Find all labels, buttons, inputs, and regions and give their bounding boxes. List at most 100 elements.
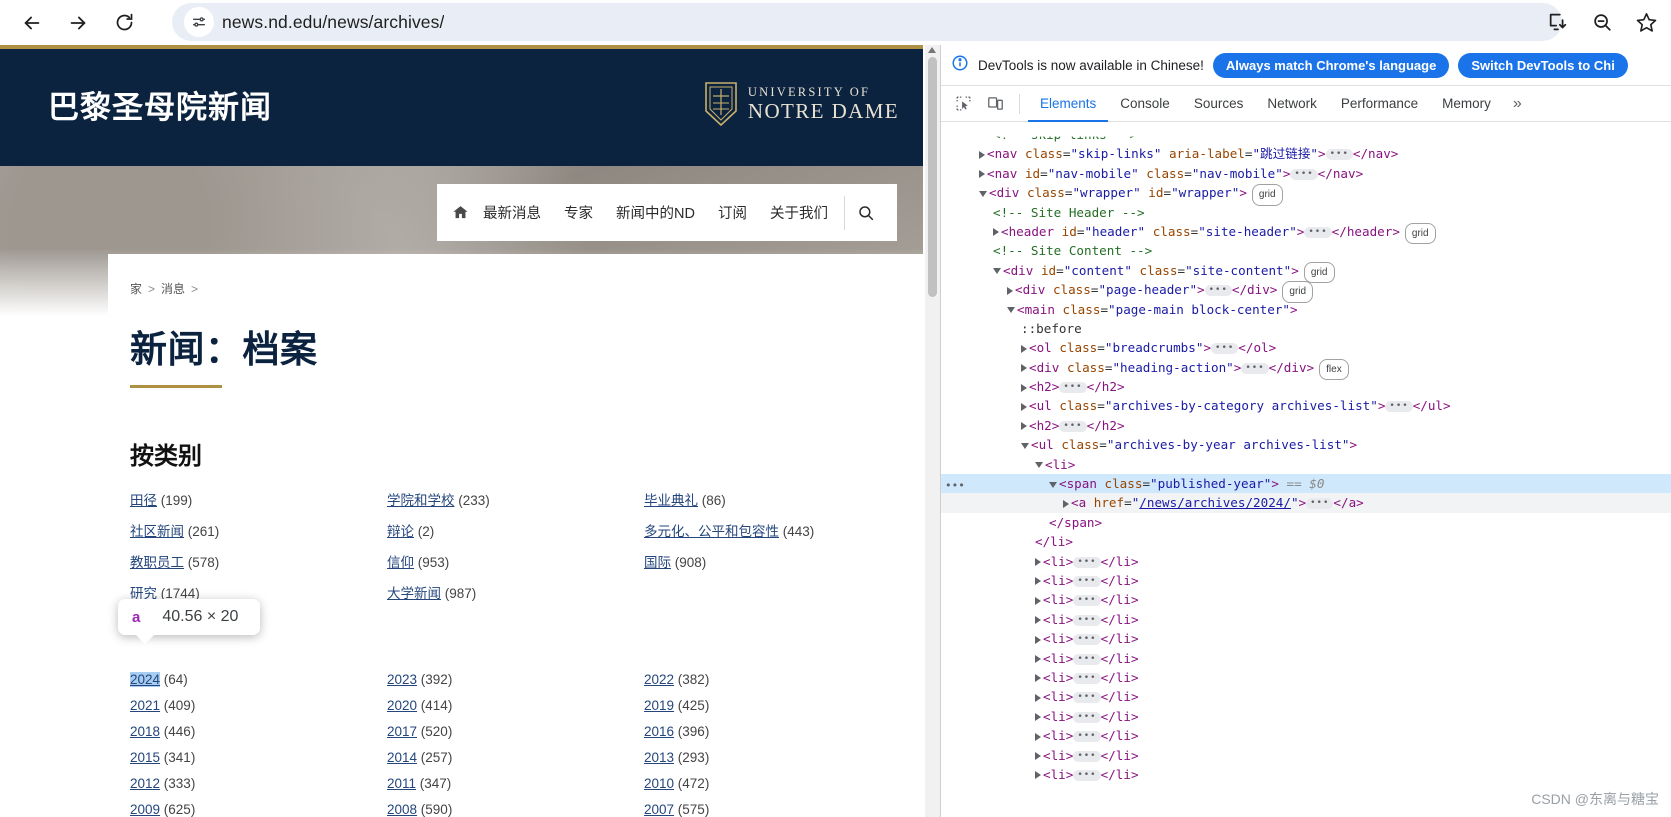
dom-node-row[interactable]: <li> ••• </li>	[941, 746, 1671, 765]
tab-sources[interactable]: Sources	[1182, 86, 1256, 122]
category-link[interactable]: 田径	[130, 493, 157, 508]
dom-node-row[interactable]: <div class="heading-action"> ••• </div> fle…	[941, 358, 1671, 381]
collapsed-children-icon[interactable]: •••	[1073, 653, 1101, 665]
collapsed-children-icon[interactable]: •••	[1204, 285, 1232, 297]
dom-node-row[interactable]: ::before	[941, 319, 1671, 338]
collapsed-children-icon[interactable]: •••	[1073, 575, 1101, 587]
category-link[interactable]: 国际	[644, 555, 671, 570]
breadcrumb-item-0[interactable]: 家	[130, 280, 142, 297]
category-link[interactable]: 大学新闻	[387, 586, 441, 601]
year-link[interactable]: 2013	[644, 750, 674, 765]
dom-node-row[interactable]: <li> ••• </li>	[941, 610, 1671, 629]
dom-node-row[interactable]: <ul class="archives-by-category archives…	[941, 396, 1671, 415]
tab-performance[interactable]: Performance	[1329, 86, 1430, 122]
dom-node-row[interactable]: <li> ••• </li>	[941, 552, 1671, 571]
collapsed-children-icon[interactable]: •••	[1073, 769, 1101, 781]
expand-triangle-icon[interactable]	[1035, 558, 1041, 567]
dom-node-row[interactable]: ••• <span class="published-year"> == $0	[941, 474, 1671, 494]
year-link[interactable]: 2007	[644, 802, 674, 817]
breadcrumb-link-0[interactable]: 家	[130, 282, 142, 296]
install-app-icon[interactable]	[1545, 9, 1571, 35]
dom-node-row[interactable]: </span>	[941, 513, 1671, 532]
dom-node-row[interactable]: <li> ••• </li>	[941, 571, 1671, 590]
category-link[interactable]: 学院和学校	[387, 493, 455, 508]
expand-triangle-icon[interactable]	[1035, 674, 1041, 683]
dom-pseudo-element[interactable]: ::before	[1021, 321, 1082, 336]
tab-elements[interactable]: Elements	[1028, 86, 1108, 122]
dom-node-row[interactable]: <div class="wrapper" id="wrapper"> grid	[941, 183, 1671, 206]
year-link[interactable]: 2008	[387, 802, 417, 817]
nav-item-0[interactable]: 最新消息	[483, 202, 541, 223]
collapsed-children-icon[interactable]: •••	[1306, 498, 1334, 510]
collapse-triangle-icon[interactable]	[979, 190, 987, 197]
dom-node-row[interactable]: </li>	[941, 532, 1671, 551]
dom-node-row[interactable]: <li> ••• </li>	[941, 707, 1671, 726]
year-link[interactable]: 2017	[387, 724, 417, 739]
reload-icon[interactable]	[102, 4, 146, 42]
year-link[interactable]: 2020	[387, 698, 417, 713]
back-arrow-icon[interactable]	[10, 4, 54, 42]
dom-node-row[interactable]: <nav id="nav-mobile" class="nav-mobile">…	[941, 164, 1671, 183]
dom-tree[interactable]: <!-- skip-links --> <nav class="skip-link…	[941, 123, 1671, 817]
dom-node-row[interactable]: <h2> ••• </h2>	[941, 377, 1671, 396]
expand-triangle-icon[interactable]	[1035, 635, 1041, 644]
expand-triangle-icon[interactable]	[1035, 713, 1041, 722]
year-link[interactable]: 2022	[644, 672, 674, 687]
inspect-element-icon[interactable]	[947, 90, 979, 118]
year-link[interactable]: 2023	[387, 672, 417, 687]
nav-item-3[interactable]: 订阅	[718, 202, 747, 223]
site-settings-icon[interactable]	[184, 7, 214, 37]
collapsed-children-icon[interactable]: •••	[1325, 149, 1353, 161]
dom-node-row[interactable]: <li> ••• </li>	[941, 590, 1671, 609]
expand-triangle-icon[interactable]	[1035, 655, 1041, 664]
dom-node-row[interactable]: <main class="page-main block-center">	[941, 300, 1671, 319]
expand-triangle-icon[interactable]	[1021, 364, 1027, 373]
dom-node-row[interactable]: <header id="header" class="site-header">…	[941, 222, 1671, 245]
year-link[interactable]: 2019	[644, 698, 674, 713]
expand-triangle-icon[interactable]	[979, 150, 985, 159]
collapsed-children-icon[interactable]: •••	[1290, 168, 1318, 180]
dom-node-row[interactable]: <li> ••• </li>	[941, 726, 1671, 745]
collapse-triangle-icon[interactable]	[1049, 481, 1057, 488]
expand-triangle-icon[interactable]	[1035, 771, 1041, 780]
collapsed-children-icon[interactable]: •••	[1073, 556, 1101, 568]
dom-node-row[interactable]: <!-- Site Header -->	[941, 203, 1671, 222]
dom-node-row[interactable]: <li> ••• </li>	[941, 687, 1671, 706]
expand-triangle-icon[interactable]	[1063, 499, 1069, 508]
expand-triangle-icon[interactable]	[993, 228, 999, 237]
device-toolbar-icon[interactable]	[979, 90, 1011, 118]
home-icon[interactable]	[437, 204, 483, 221]
dom-node-row[interactable]: <li> ••• </li>	[941, 668, 1671, 687]
collapsed-children-icon[interactable]: •••	[1073, 595, 1101, 607]
nav-item-2[interactable]: 新闻中的ND	[616, 202, 695, 223]
scroll-up-arrow-icon[interactable]	[928, 47, 936, 53]
expand-triangle-icon[interactable]	[1035, 732, 1041, 741]
dom-node-row[interactable]: <li>	[941, 455, 1671, 474]
year-link[interactable]: 2024	[130, 672, 161, 687]
expand-triangle-icon[interactable]	[1035, 693, 1041, 702]
category-link[interactable]: 毕业典礼	[644, 493, 698, 508]
year-link[interactable]: 2021	[130, 698, 160, 713]
expand-triangle-icon[interactable]	[1021, 344, 1027, 353]
always-match-language-button[interactable]: Always match Chrome's language	[1212, 52, 1450, 78]
dom-node-row[interactable]: <div class="page-header"> ••• </div> grid	[941, 280, 1671, 303]
forward-arrow-icon[interactable]	[56, 4, 100, 42]
collapsed-children-icon[interactable]: •••	[1073, 731, 1101, 743]
address-bar[interactable]: news.nd.edu/news/archives/	[172, 3, 1562, 41]
expand-triangle-icon[interactable]	[1035, 616, 1041, 625]
expand-triangle-icon[interactable]	[1007, 286, 1013, 295]
collapsed-children-icon[interactable]: •••	[1073, 614, 1101, 626]
year-link[interactable]: 2012	[130, 776, 160, 791]
dom-node-row[interactable]: <li> ••• </li>	[941, 649, 1671, 668]
collapsed-children-icon[interactable]: •••	[1304, 226, 1332, 238]
zoom-out-icon[interactable]	[1589, 9, 1615, 35]
dom-node-row[interactable]: <li> ••• </li>	[941, 629, 1671, 648]
tab-network[interactable]: Network	[1255, 86, 1329, 122]
year-link[interactable]: 2015	[130, 750, 160, 765]
expand-triangle-icon[interactable]	[1035, 596, 1041, 605]
collapsed-children-icon[interactable]: •••	[1073, 634, 1101, 646]
collapsed-children-icon[interactable]: •••	[1241, 362, 1269, 374]
collapse-triangle-icon[interactable]	[1021, 442, 1029, 449]
category-link[interactable]: 多元化、公平和包容性	[644, 524, 779, 539]
category-link[interactable]: 信仰	[387, 555, 414, 570]
